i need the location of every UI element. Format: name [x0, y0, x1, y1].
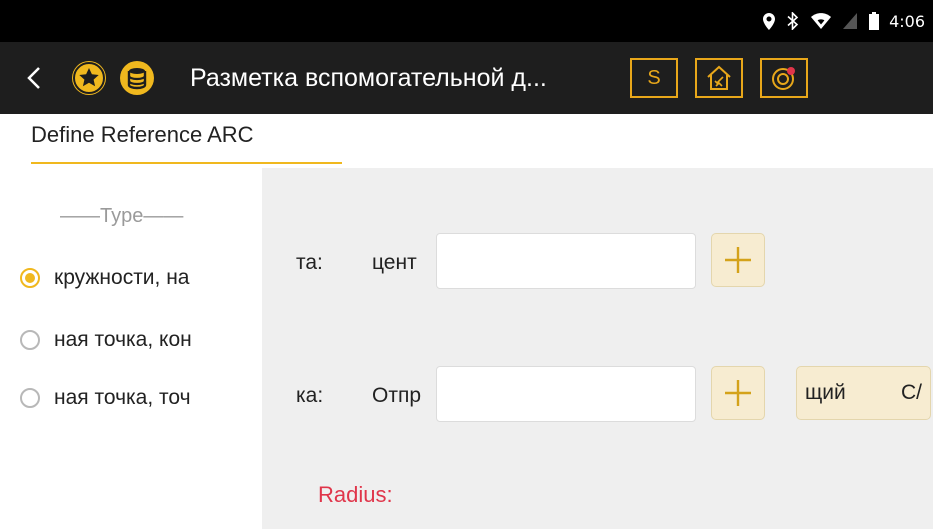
- type-option-1[interactable]: кружности, на: [20, 263, 260, 293]
- status-time: 4:06: [889, 11, 925, 31]
- radio-selected-icon[interactable]: [20, 268, 40, 288]
- chevron-left-icon: [27, 67, 40, 89]
- radius-label: Radius:: [318, 482, 393, 507]
- plus-icon: [725, 380, 751, 406]
- target-icon: [772, 67, 795, 90]
- radio-icon[interactable]: [20, 330, 40, 350]
- favorite-button[interactable]: [72, 61, 106, 95]
- battery-icon: [869, 12, 880, 30]
- next-point-button[interactable]: щий С/: [796, 366, 931, 420]
- field-label-secondary: Отпр: [372, 384, 422, 407]
- location-icon: [763, 12, 776, 30]
- type-option-3[interactable]: ная точка, точ: [20, 383, 260, 413]
- field-label: ка:: [296, 384, 324, 407]
- page-title: Разметка вспомогательной д...: [190, 63, 547, 92]
- field-label: та:: [296, 251, 323, 274]
- status-bar: 4:06: [0, 0, 933, 42]
- tab-define-reference-arc[interactable]: Define Reference ARC: [31, 122, 254, 148]
- app-bar: Разметка вспомогательной д... S: [0, 42, 933, 114]
- signal-icon: [843, 13, 858, 29]
- tab-indicator: [31, 162, 342, 164]
- center-point-input[interactable]: [436, 233, 696, 289]
- next-point-label-left: щий: [805, 381, 846, 404]
- home-icon: [707, 65, 731, 90]
- wifi-icon: [811, 13, 832, 29]
- start-point-input[interactable]: [436, 366, 696, 422]
- home-button[interactable]: [695, 58, 743, 98]
- next-point-label-right: С/: [901, 381, 922, 404]
- bluetooth-icon: [787, 12, 799, 30]
- center-point-row: та: цент: [262, 233, 933, 293]
- form-panel: та: цент ка: Отпр щий С/ Radius:: [262, 168, 933, 529]
- start-point-row: ка: Отпр щий С/: [262, 366, 933, 426]
- add-start-point-button[interactable]: [711, 366, 765, 420]
- type-option-label: ная точка, точ: [54, 386, 191, 409]
- field-label-secondary: цент: [372, 251, 417, 274]
- s-button[interactable]: S: [630, 58, 678, 98]
- target-button[interactable]: [760, 58, 808, 98]
- star-icon: [73, 62, 105, 94]
- type-option-label: ная точка, кон: [54, 328, 192, 351]
- back-button[interactable]: [18, 58, 50, 98]
- database-button[interactable]: [120, 61, 154, 95]
- s-button-label: S: [647, 66, 661, 89]
- type-option-2[interactable]: ная точка, кон: [20, 325, 260, 355]
- type-section-label: ——Type——: [60, 205, 184, 227]
- type-option-label: кружности, на: [54, 266, 190, 289]
- plus-icon: [725, 247, 751, 273]
- add-center-point-button[interactable]: [711, 233, 765, 287]
- database-icon: [127, 68, 147, 90]
- radio-icon[interactable]: [20, 388, 40, 408]
